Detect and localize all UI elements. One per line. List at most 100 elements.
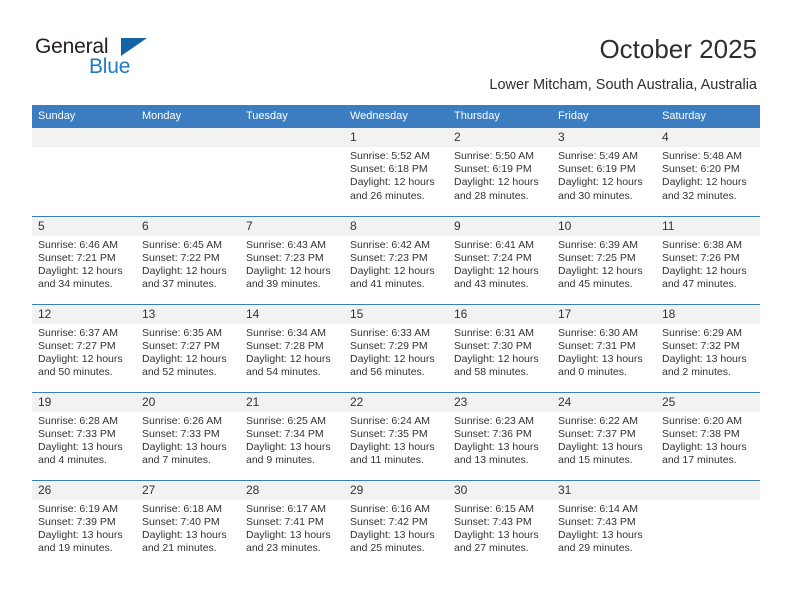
daylight-text-cont: and 13 minutes. <box>454 454 529 467</box>
sunset-text: Sunset: 6:19 PM <box>454 163 532 176</box>
calendar-day-cell[interactable]: 31 Sunrise: 6:14 AM Sunset: 7:43 PM Dayligh… <box>552 479 656 568</box>
sunrise-text: Sunrise: 5:48 AM <box>662 150 742 162</box>
day-number <box>656 480 760 500</box>
calendar-day-cell[interactable]: 15 Sunrise: 6:33 AM Sunset: 7:29 PM Dayligh… <box>344 303 448 392</box>
sunset-text: Sunset: 7:43 PM <box>454 515 532 528</box>
calendar-day-cell[interactable]: 8 Sunrise: 6:42 AM Sunset: 7:23 PM Daylight… <box>344 215 448 304</box>
calendar-day-cell[interactable]: 23 Sunrise: 6:23 AM Sunset: 7:36 PM Dayligh… <box>448 391 552 480</box>
calendar-day-cell[interactable]: 3 Sunrise: 5:49 AM Sunset: 6:19 PM Daylight… <box>552 128 656 216</box>
daylight-text-cont: and 32 minutes. <box>662 189 737 202</box>
calendar-day-cell[interactable]: 13 Sunrise: 6:35 AM Sunset: 7:27 PM Dayligh… <box>136 303 240 392</box>
sunset-text: Sunset: 7:41 PM <box>246 515 324 528</box>
daylight-text: Daylight: 13 hours <box>246 528 331 541</box>
calendar-day-cell[interactable]: 20 Sunrise: 6:26 AM Sunset: 7:33 PM Dayligh… <box>136 391 240 480</box>
day-number: 21 <box>240 392 344 412</box>
sunrise-text: Sunrise: 6:29 AM <box>662 326 742 339</box>
sunset-text: Sunset: 7:30 PM <box>454 339 532 352</box>
day-details: Sunrise: 6:22 AM Sunset: 7:37 PM Daylight:… <box>552 412 656 468</box>
daylight-text: Daylight: 13 hours <box>662 352 747 365</box>
daylight-text: Daylight: 12 hours <box>662 176 747 189</box>
daylight-text-cont: and 2 minutes. <box>662 366 731 379</box>
daylight-text: Daylight: 13 hours <box>38 528 123 541</box>
calendar-week-row: 26 Sunrise: 6:19 AM Sunset: 7:39 PM Dayligh… <box>32 479 760 568</box>
daylight-text: Daylight: 13 hours <box>454 440 539 453</box>
weekday-header-cell: Wednesday <box>344 105 448 128</box>
day-details: Sunrise: 6:20 AM Sunset: 7:38 PM Daylight:… <box>656 412 760 468</box>
calendar-day-cell[interactable]: 7 Sunrise: 6:43 AM Sunset: 7:23 PM Daylight… <box>240 215 344 304</box>
day-details: Sunrise: 6:16 AM Sunset: 7:42 PM Daylight:… <box>344 500 448 556</box>
calendar-day-cell[interactable]: 4 Sunrise: 5:48 AM Sunset: 6:20 PM Daylight… <box>656 128 760 216</box>
calendar-day-cell[interactable]: 11 Sunrise: 6:38 AM Sunset: 7:26 PM Dayligh… <box>656 215 760 304</box>
day-details: Sunrise: 5:52 AM Sunset: 6:18 PM Daylight:… <box>344 147 448 203</box>
daylight-text: Daylight: 12 hours <box>454 352 539 365</box>
sunrise-text: Sunrise: 6:25 AM <box>246 414 326 427</box>
page-title: October 2025 <box>599 34 757 64</box>
day-details: Sunrise: 5:50 AM Sunset: 6:19 PM Daylight:… <box>448 147 552 203</box>
calendar-day-cell[interactable]: 28 Sunrise: 6:17 AM Sunset: 7:41 PM Dayligh… <box>240 479 344 568</box>
sunset-text: Sunset: 7:25 PM <box>558 251 636 264</box>
calendar-day-cell[interactable]: 17 Sunrise: 6:30 AM Sunset: 7:31 PM Dayligh… <box>552 303 656 392</box>
sunset-text: Sunset: 7:33 PM <box>142 427 220 440</box>
calendar-day-cell[interactable]: 26 Sunrise: 6:19 AM Sunset: 7:39 PM Dayligh… <box>32 479 136 568</box>
calendar-day-cell[interactable]: 21 Sunrise: 6:25 AM Sunset: 7:34 PM Dayligh… <box>240 391 344 480</box>
day-number: 27 <box>136 480 240 500</box>
day-number <box>240 128 344 147</box>
sunset-text: Sunset: 7:34 PM <box>246 427 324 440</box>
daylight-text: Daylight: 13 hours <box>142 440 227 453</box>
calendar-day-cell[interactable]: 10 Sunrise: 6:39 AM Sunset: 7:25 PM Dayligh… <box>552 215 656 304</box>
day-number <box>32 128 136 147</box>
daylight-text-cont: and 52 minutes. <box>142 366 217 379</box>
calendar-day-cell[interactable]: 16 Sunrise: 6:31 AM Sunset: 7:30 PM Dayligh… <box>448 303 552 392</box>
day-details: Sunrise: 6:17 AM Sunset: 7:41 PM Daylight:… <box>240 500 344 556</box>
calendar-day-cell[interactable]: 1 Sunrise: 5:52 AM Sunset: 6:18 PM Daylight… <box>344 128 448 216</box>
day-details: Sunrise: 6:28 AM Sunset: 7:33 PM Daylight:… <box>32 412 136 468</box>
calendar-day-cell[interactable]: 25 Sunrise: 6:20 AM Sunset: 7:38 PM Dayligh… <box>656 391 760 480</box>
sunset-text: Sunset: 7:21 PM <box>38 251 116 264</box>
calendar-day-cell[interactable]: 30 Sunrise: 6:15 AM Sunset: 7:43 PM Dayligh… <box>448 479 552 568</box>
page-subtitle: Lower Mitcham, South Australia, Australi… <box>489 77 757 93</box>
general-blue-logo[interactable]: General Blue <box>35 36 165 84</box>
day-number: 7 <box>240 216 344 236</box>
calendar-day-cell[interactable]: 19 Sunrise: 6:28 AM Sunset: 7:33 PM Dayligh… <box>32 391 136 480</box>
calendar-day-cell[interactable]: 18 Sunrise: 6:29 AM Sunset: 7:32 PM Dayligh… <box>656 303 760 392</box>
daylight-text: Daylight: 12 hours <box>350 264 435 277</box>
daylight-text: Daylight: 13 hours <box>246 440 331 453</box>
sunset-text: Sunset: 7:39 PM <box>38 515 116 528</box>
sunrise-text: Sunrise: 6:43 AM <box>246 238 326 251</box>
daylight-text-cont: and 45 minutes. <box>558 278 633 291</box>
calendar-day-cell[interactable]: 2 Sunrise: 5:50 AM Sunset: 6:19 PM Daylight… <box>448 128 552 216</box>
calendar-day-cell[interactable]: 12 Sunrise: 6:37 AM Sunset: 7:27 PM Dayligh… <box>32 303 136 392</box>
daylight-text-cont: and 25 minutes. <box>350 542 425 555</box>
sunrise-text: Sunrise: 6:30 AM <box>558 326 638 339</box>
calendar-body: 1 Sunrise: 5:52 AM Sunset: 6:18 PM Daylight… <box>32 128 760 568</box>
daylight-text: Daylight: 12 hours <box>350 176 435 189</box>
sunrise-text: Sunrise: 6:35 AM <box>142 326 222 339</box>
day-details: Sunrise: 6:33 AM Sunset: 7:29 PM Daylight:… <box>344 324 448 380</box>
sunrise-text: Sunrise: 6:45 AM <box>142 238 222 251</box>
day-number: 6 <box>136 216 240 236</box>
daylight-text: Daylight: 13 hours <box>662 440 747 453</box>
daylight-text: Daylight: 12 hours <box>662 264 747 277</box>
calendar-day-cell[interactable]: 5 Sunrise: 6:46 AM Sunset: 7:21 PM Daylight… <box>32 215 136 304</box>
calendar-day-cell[interactable]: 14 Sunrise: 6:34 AM Sunset: 7:28 PM Dayligh… <box>240 303 344 392</box>
daylight-text: Daylight: 13 hours <box>38 440 123 453</box>
calendar-day-cell[interactable]: 29 Sunrise: 6:16 AM Sunset: 7:42 PM Dayligh… <box>344 479 448 568</box>
sunrise-text: Sunrise: 6:14 AM <box>558 502 638 515</box>
calendar-day-cell[interactable]: 27 Sunrise: 6:18 AM Sunset: 7:40 PM Dayligh… <box>136 479 240 568</box>
calendar-day-cell[interactable]: 24 Sunrise: 6:22 AM Sunset: 7:37 PM Dayligh… <box>552 391 656 480</box>
daylight-text-cont: and 50 minutes. <box>38 366 113 379</box>
day-number: 3 <box>552 128 656 147</box>
daylight-text-cont: and 7 minutes. <box>142 454 211 467</box>
calendar-day-cell[interactable]: 6 Sunrise: 6:45 AM Sunset: 7:22 PM Daylight… <box>136 215 240 304</box>
sunset-text: Sunset: 7:24 PM <box>454 251 532 264</box>
sunrise-text: Sunrise: 6:23 AM <box>454 414 534 427</box>
day-number: 28 <box>240 480 344 500</box>
day-number: 29 <box>344 480 448 500</box>
sunset-text: Sunset: 7:37 PM <box>558 427 636 440</box>
calendar-day-cell[interactable]: 22 Sunrise: 6:24 AM Sunset: 7:35 PM Dayligh… <box>344 391 448 480</box>
day-number: 10 <box>552 216 656 236</box>
day-details: Sunrise: 6:30 AM Sunset: 7:31 PM Daylight:… <box>552 324 656 380</box>
calendar-day-cell[interactable]: 9 Sunrise: 6:41 AM Sunset: 7:24 PM Daylight… <box>448 215 552 304</box>
logo-text-blue: Blue <box>89 55 131 78</box>
sunrise-text: Sunrise: 6:31 AM <box>454 326 534 339</box>
